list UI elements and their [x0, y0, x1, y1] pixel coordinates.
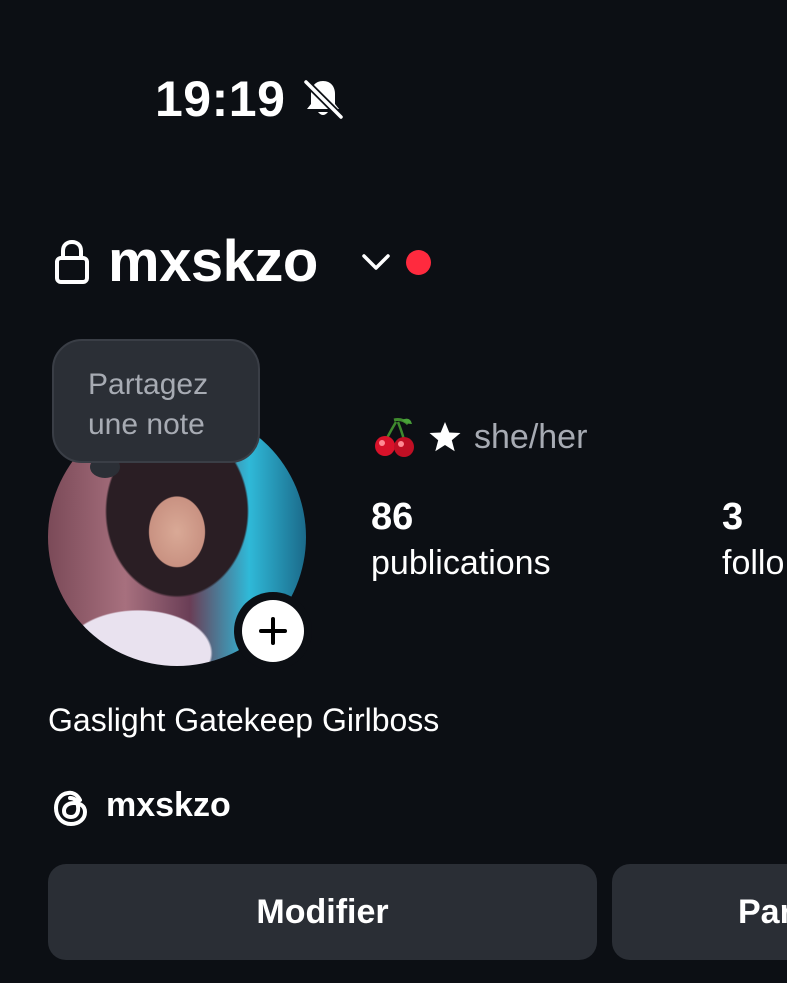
username-switcher[interactable]: mxskzo [108, 228, 318, 295]
stat-label: publications [371, 544, 551, 582]
cherry-icon [375, 418, 414, 457]
chevron-down-icon[interactable] [360, 250, 392, 274]
stat-value: 86 [371, 496, 414, 538]
star-icon [429, 422, 461, 452]
edit-profile-button[interactable]: Modifier [48, 864, 597, 960]
share-profile-button[interactable]: Par [612, 864, 787, 960]
threads-handle-link[interactable]: mxskzo [106, 786, 231, 825]
share-note-bubble[interactable]: Partagez une note [52, 339, 260, 463]
notification-dot [406, 250, 431, 275]
stat-publications[interactable]: 86 publications [371, 494, 551, 586]
threads-icon[interactable] [50, 786, 92, 830]
plus-icon [259, 617, 287, 645]
stat-followers[interactable]: 3 follo [722, 494, 784, 586]
add-story-button[interactable] [234, 592, 312, 670]
profile-screen: 19:19 mxskzo Partagez une note she/her 8… [0, 0, 787, 983]
note-text: Partagez une note [88, 368, 209, 441]
bell-slash-icon [302, 78, 345, 121]
status-time: 19:19 [155, 71, 286, 127]
pronouns-row: she/her [372, 414, 587, 460]
bio-text: Gaslight Gatekeep Girlboss [48, 702, 440, 738]
stat-label: follo [722, 544, 785, 582]
add-story-circle [242, 600, 304, 662]
lock-icon [55, 239, 89, 284]
pronouns-text: she/her [474, 417, 588, 456]
stat-value: 3 [722, 496, 744, 538]
